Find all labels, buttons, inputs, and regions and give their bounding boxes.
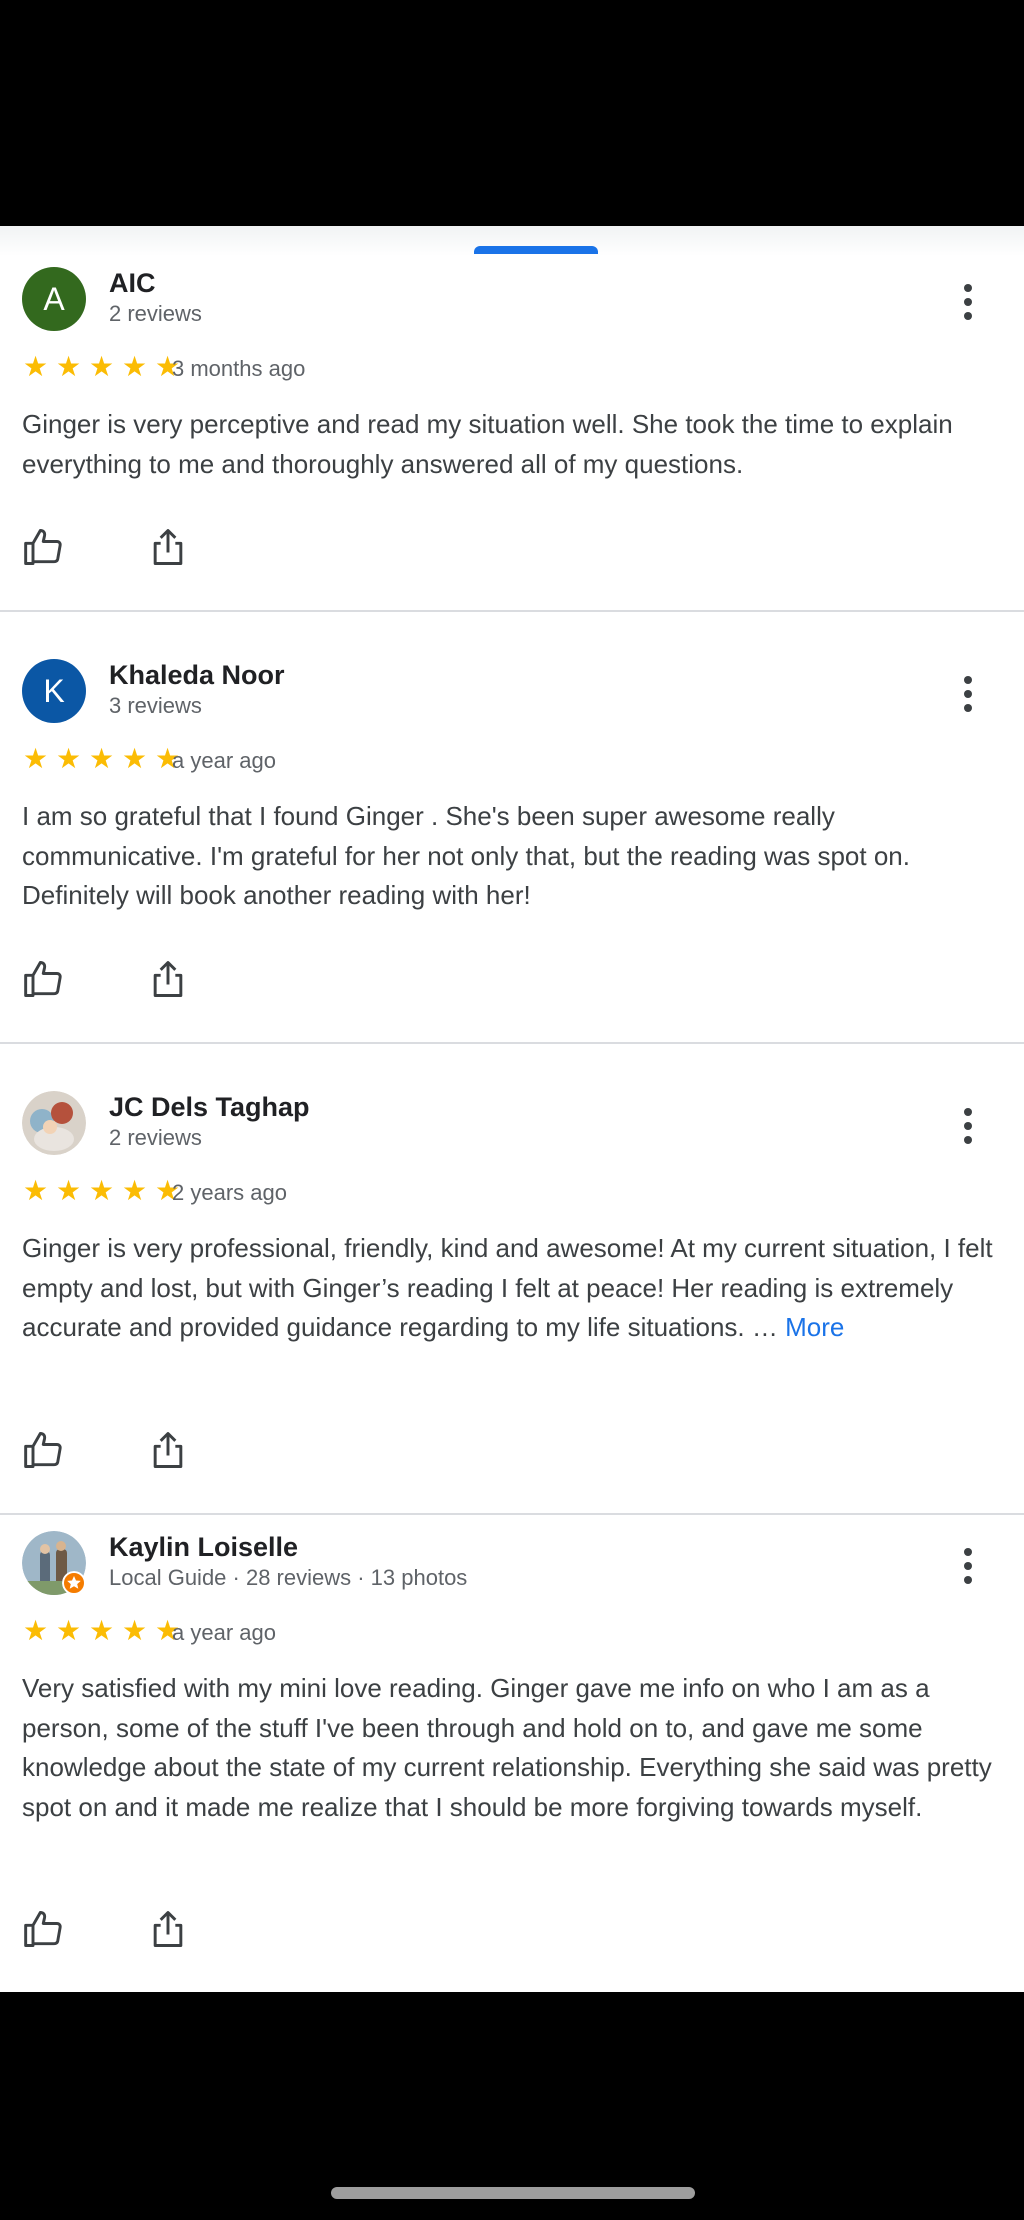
share-icon[interactable]: [146, 1907, 190, 1951]
more-link[interactable]: More: [785, 1312, 844, 1342]
star-rating: ★ ★ ★ ★ ★: [20, 1177, 183, 1205]
review-date: 2 years ago: [172, 1180, 287, 1205]
share-icon[interactable]: [146, 525, 190, 569]
local-guide-badge-icon: [62, 1571, 86, 1595]
avatar-letter: K: [43, 672, 65, 709]
avatar-letter: A: [43, 280, 65, 317]
reviewer-name[interactable]: JC Dels Taghap: [109, 1092, 310, 1123]
star-icon: ★: [88, 1615, 115, 1646]
thumbs-up-icon[interactable]: [22, 1428, 66, 1472]
review-text: Ginger is very perceptive and read my si…: [22, 405, 1007, 484]
share-icon[interactable]: [146, 957, 190, 1001]
review-date: 3 months ago: [172, 356, 306, 381]
star-icon: ★: [55, 743, 82, 774]
share-icon[interactable]: [146, 1428, 190, 1472]
star-rating: ★ ★ ★ ★ ★: [20, 745, 183, 773]
reviewer-name[interactable]: AIC: [109, 268, 156, 299]
more-options-icon[interactable]: [952, 1544, 984, 1588]
star-icon: ★: [22, 1615, 49, 1646]
thumbs-up-icon[interactable]: [22, 957, 66, 1001]
review-date: a year ago: [172, 1620, 276, 1645]
review-date: a year ago: [172, 748, 276, 773]
divider: [0, 1042, 1024, 1044]
review-text-body: Ginger is very perceptive and read my si…: [22, 409, 953, 479]
divider: [0, 610, 1024, 612]
reviewer-name[interactable]: Kaylin Loiselle: [109, 1532, 298, 1563]
reviewer-meta[interactable]: 3 reviews: [109, 693, 202, 719]
reviewer-meta[interactable]: 2 reviews: [109, 1125, 202, 1151]
star-icon: ★: [88, 351, 115, 382]
sheet-drag-handle[interactable]: [474, 246, 598, 254]
star-icon: ★: [55, 1615, 82, 1646]
star-icon: ★: [55, 1175, 82, 1206]
star-icon: ★: [22, 351, 49, 382]
review-text: Ginger is very professional, friendly, k…: [22, 1229, 1007, 1348]
reviewer-meta[interactable]: 2 reviews: [109, 301, 202, 327]
star-icon: ★: [121, 743, 148, 774]
thumbs-up-icon[interactable]: [22, 1907, 66, 1951]
review-text: Very satisfied with my mini love reading…: [22, 1669, 1007, 1827]
star-icon: ★: [22, 743, 49, 774]
reviewer-meta[interactable]: Local Guide · 28 reviews · 13 photos: [109, 1565, 467, 1591]
reviewer-name[interactable]: Khaleda Noor: [109, 660, 285, 691]
star-icon: ★: [121, 351, 148, 382]
review-text: I am so grateful that I found Ginger . S…: [22, 797, 1007, 916]
star-icon: ★: [22, 1175, 49, 1206]
reviews-sheet: A AIC 2 reviews ★ ★ ★ ★ ★ 3 months ago G…: [0, 226, 1024, 1992]
star-icon: ★: [121, 1615, 148, 1646]
photo-avatar-image: [22, 1091, 86, 1155]
avatar[interactable]: K: [22, 659, 86, 723]
more-options-icon[interactable]: [952, 1104, 984, 1148]
review-text-body: I am so grateful that I found Ginger . S…: [22, 801, 910, 910]
avatar[interactable]: A: [22, 267, 86, 331]
review-text-body: Very satisfied with my mini love reading…: [22, 1673, 992, 1822]
divider: [0, 1513, 1024, 1515]
star-icon: ★: [88, 1175, 115, 1206]
thumbs-up-icon[interactable]: [22, 525, 66, 569]
photo-avatar[interactable]: [22, 1091, 86, 1155]
star-icon: ★: [55, 351, 82, 382]
star-icon: ★: [121, 1175, 148, 1206]
review-text-body: Ginger is very professional, friendly, k…: [22, 1233, 993, 1342]
star-rating: ★ ★ ★ ★ ★: [20, 1617, 183, 1645]
more-options-icon[interactable]: [952, 672, 984, 716]
star-icon: ★: [88, 743, 115, 774]
home-indicator[interactable]: [331, 2187, 695, 2199]
star-rating: ★ ★ ★ ★ ★: [20, 353, 183, 381]
photo-avatar[interactable]: [22, 1531, 86, 1595]
more-options-icon[interactable]: [952, 280, 984, 324]
